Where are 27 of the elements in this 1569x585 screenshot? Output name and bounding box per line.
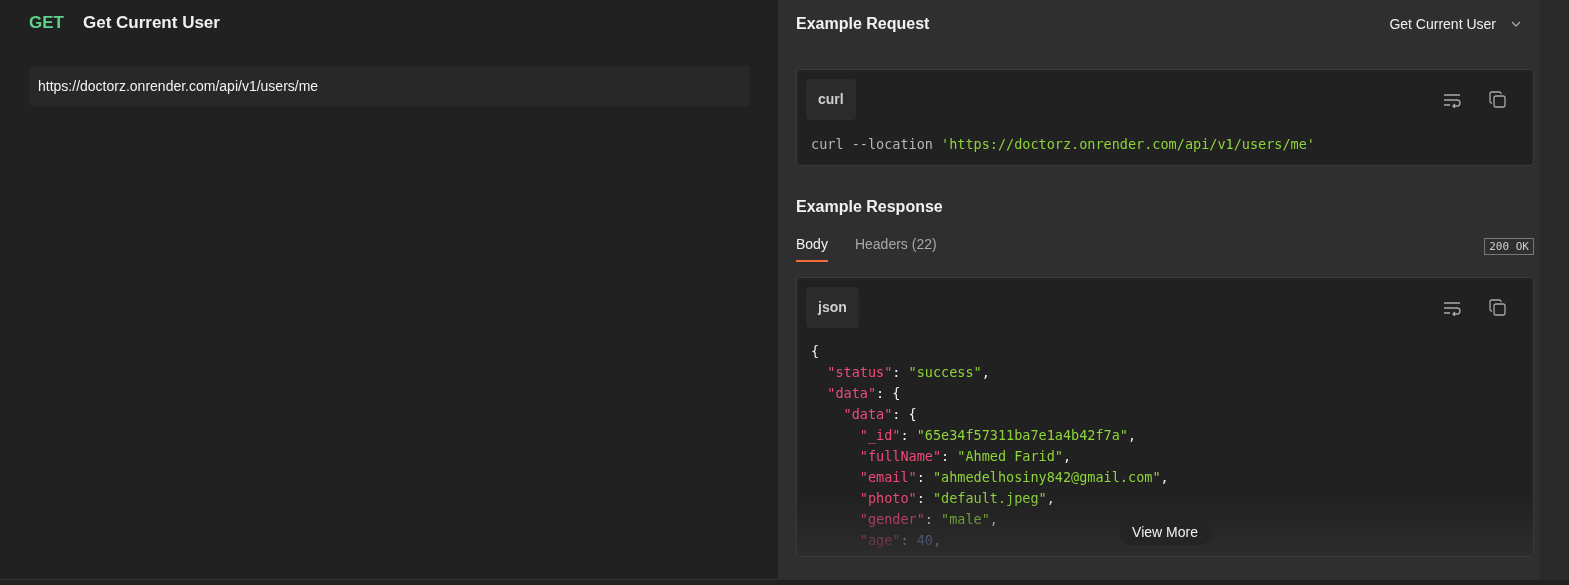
- language-label: curl: [806, 79, 856, 120]
- status-badge: 200 OK: [1484, 238, 1534, 255]
- code-line: "status": "success",: [826, 363, 990, 382]
- code-line: "email": "ahmedelhosiny842@gmail.com",: [858, 468, 1169, 487]
- tab[interactable]: Headers (22): [854, 233, 937, 262]
- language-label: json: [806, 287, 859, 328]
- section-heading: Example Request: [796, 15, 930, 33]
- code-line: "photo": "default.jpeg",: [858, 489, 1055, 508]
- example-dropdown[interactable]: Get Current User: [1389, 16, 1534, 32]
- method-label: GET: [29, 13, 64, 33]
- code-line: {: [811, 342, 820, 361]
- tab[interactable]: Body: [796, 233, 828, 262]
- code-line: "_id": "65e34f57311ba7e1a4b42f7a",: [858, 426, 1137, 446]
- wrap-icon[interactable]: [1442, 299, 1462, 316]
- code-line: "fullName": "Ahmed Farid",: [858, 447, 1072, 466]
- copy-icon[interactable]: [1489, 90, 1507, 109]
- section-heading: Example Response: [796, 198, 943, 215]
- wrap-icon[interactable]: [1442, 91, 1462, 108]
- url-field[interactable]: https://doctorz.onrender.com/api/v1/users/me: [29, 66, 750, 106]
- code-line: "data": {: [842, 405, 917, 424]
- request-title: Get Current User: [82, 13, 220, 33]
- code-line: "data": {: [826, 384, 901, 403]
- code-line: "age": 40,: [858, 531, 942, 550]
- code-line: "gender": "male",: [858, 510, 998, 529]
- code-line: curl --location 'https://doctorz.onrender.com/api/v1/users/me': [811, 135, 1315, 154]
- copy-icon[interactable]: [1489, 298, 1507, 317]
- chevron-icon: [1510, 20, 1522, 28]
